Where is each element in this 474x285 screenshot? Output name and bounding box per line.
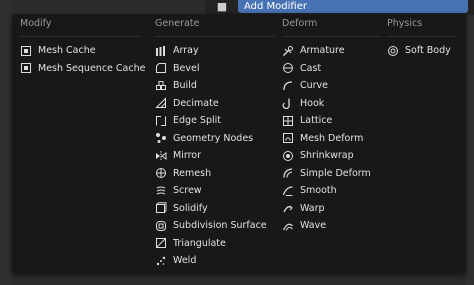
menu-item-simple-deform[interactable]: Simple Deform [282, 165, 371, 182]
wrench-icon[interactable]: ■ [210, 0, 234, 13]
geometry-nodes-icon [155, 132, 167, 144]
menu-item-geometry-nodes[interactable]: Geometry Nodes [155, 130, 253, 147]
menu-item-label: Remesh [173, 167, 212, 179]
curve-icon [282, 80, 294, 92]
menu-item-label: Mirror [173, 150, 201, 161]
menu-item-lattice[interactable]: Lattice [282, 112, 332, 129]
menu-item-label: Wave [300, 220, 327, 231]
triangulate-icon [155, 237, 167, 249]
add-modifier-button[interactable]: Add Modifier [238, 0, 468, 13]
menu-item-array[interactable]: Array [155, 42, 199, 59]
menu-item-solidify[interactable]: Solidify [155, 200, 208, 217]
mesh-sequence-cache-icon [20, 62, 32, 74]
add-modifier-menu: Modify Mesh Cache Mesh Sequence Cache Gener… [12, 14, 466, 273]
menu-item-label: Build [173, 80, 197, 91]
screw-icon [155, 185, 167, 197]
column-separator [155, 36, 275, 37]
menu-item-label: Decimate [173, 97, 219, 109]
menu-item-label: Edge Split [173, 115, 221, 126]
column-header: Physics [387, 18, 423, 29]
menu-item-label: Hook [300, 97, 325, 109]
mirror-icon [155, 150, 167, 162]
menu-item-soft-body[interactable]: Soft Body [387, 42, 451, 59]
menu-item-label: Cast [300, 62, 322, 74]
simple-deform-icon [282, 167, 294, 179]
menu-item-label: Armature [300, 45, 345, 56]
menu-item-armature[interactable]: Armature [282, 42, 345, 59]
column-separator [282, 36, 382, 37]
menu-item-label: Subdivision Surface [173, 220, 267, 231]
subdivision-surface-icon [155, 220, 167, 232]
menu-item-label: Shrinkwrap [300, 150, 354, 161]
column-header: Modify [20, 18, 52, 29]
solidify-icon [155, 202, 167, 214]
smooth-icon [282, 185, 294, 197]
mesh-cache-icon [20, 45, 32, 57]
edge-split-icon [155, 115, 167, 127]
mesh-deform-icon [282, 132, 294, 144]
menu-item-label: Array [173, 45, 199, 56]
menu-item-label: Smooth [300, 185, 337, 196]
menu-item-shrinkwrap[interactable]: Shrinkwrap [282, 147, 354, 164]
menu-item-label: Geometry Nodes [173, 132, 254, 144]
menu-item-build[interactable]: Build [155, 77, 197, 94]
menu-item-label: Solidify [173, 202, 208, 214]
menu-item-triangulate[interactable]: Triangulate [155, 235, 226, 252]
menu-item-label: Lattice [300, 115, 333, 126]
lattice-icon [282, 115, 294, 127]
menu-item-label: Triangulate [173, 237, 226, 249]
menu-item-mirror[interactable]: Mirror [155, 147, 201, 164]
menu-item-edge-split[interactable]: Edge Split [155, 112, 221, 129]
menu-item-label: Mesh Cache [38, 45, 96, 56]
menu-item-label: Bevel [173, 62, 200, 74]
viewport-background [0, 0, 12, 285]
menu-item-label: Mesh Deform [300, 132, 364, 144]
menu-item-bevel[interactable]: Bevel [155, 60, 199, 77]
menu-item-curve[interactable]: Curve [282, 77, 328, 94]
menu-item-cast[interactable]: Cast [282, 60, 321, 77]
armature-icon [282, 45, 294, 57]
column-header: Generate [155, 18, 200, 29]
menu-item-screw[interactable]: Screw [155, 182, 202, 199]
column-separator [20, 36, 140, 37]
wave-icon [282, 220, 294, 232]
menu-item-label: Simple Deform [300, 167, 371, 179]
menu-item-label: Warp [300, 202, 325, 214]
menu-item-smooth[interactable]: Smooth [282, 182, 337, 199]
cast-icon [282, 62, 294, 74]
menu-item-wave[interactable]: Wave [282, 217, 326, 234]
decimate-icon [155, 97, 167, 109]
menu-item-label: Screw [173, 185, 202, 196]
menu-item-label: Soft Body [405, 45, 451, 56]
menu-item-label: Weld [173, 255, 197, 266]
menu-item-hook[interactable]: Hook [282, 95, 324, 112]
menu-item-weld[interactable]: Weld [155, 252, 196, 269]
menu-item-warp[interactable]: Warp [282, 200, 325, 217]
menu-item-remesh[interactable]: Remesh [155, 165, 211, 182]
menu-item-subdivision-surface[interactable]: Subdivision Surface [155, 217, 267, 234]
menu-item-decimate[interactable]: Decimate [155, 95, 219, 112]
menu-item-mesh-sequence-cache[interactable]: Mesh Sequence Cache [20, 60, 145, 77]
bevel-icon [155, 62, 167, 74]
warp-icon [282, 202, 294, 214]
menu-item-label: Curve [300, 80, 329, 91]
properties-edge [466, 0, 474, 285]
remesh-icon [155, 167, 167, 179]
build-icon [155, 80, 167, 92]
hook-icon [282, 97, 294, 109]
menu-item-mesh-cache[interactable]: Mesh Cache [20, 42, 96, 59]
menu-item-mesh-deform[interactable]: Mesh Deform [282, 130, 363, 147]
array-icon [155, 45, 167, 57]
soft-body-icon [387, 45, 399, 57]
column-header: Deform [282, 18, 318, 29]
menu-item-label: Mesh Sequence Cache [38, 62, 146, 74]
shrinkwrap-icon [282, 150, 294, 162]
column-separator [387, 36, 457, 37]
weld-icon [155, 255, 167, 267]
